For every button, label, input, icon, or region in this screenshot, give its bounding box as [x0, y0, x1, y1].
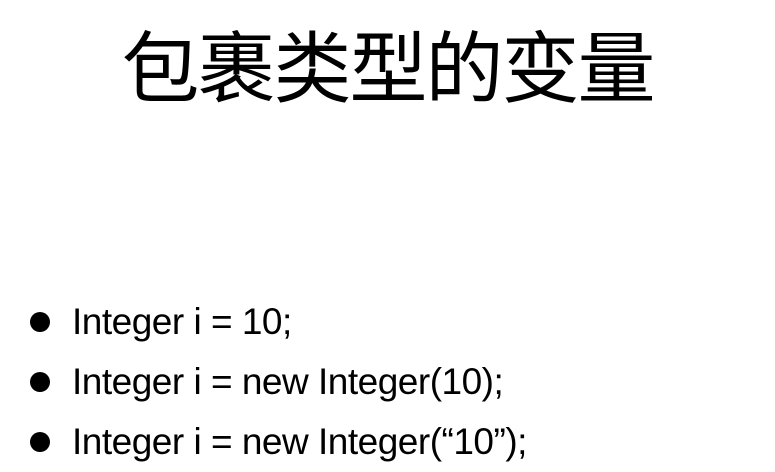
bullet-text: Integer i = new Integer(“10”); — [72, 421, 527, 462]
bullet-item: Integer i = new Integer(“10”); — [30, 412, 527, 472]
slide-title: 包裹类型的变量 — [121, 25, 655, 115]
bullet-list: Integer i = 10; Integer i = new Integer(… — [30, 292, 527, 472]
bullet-dot-icon — [30, 372, 50, 392]
bullet-text: Integer i = new Integer(10); — [72, 361, 504, 402]
bullet-text: Integer i = 10; — [72, 301, 292, 342]
bullet-dot-icon — [30, 432, 50, 452]
bullet-item: Integer i = new Integer(10); — [30, 352, 527, 412]
bullet-dot-icon — [30, 312, 50, 332]
bullet-item: Integer i = 10; — [30, 292, 527, 352]
slide: 包裹类型的变量 Integer i = 10; Integer i = new … — [0, 0, 775, 467]
